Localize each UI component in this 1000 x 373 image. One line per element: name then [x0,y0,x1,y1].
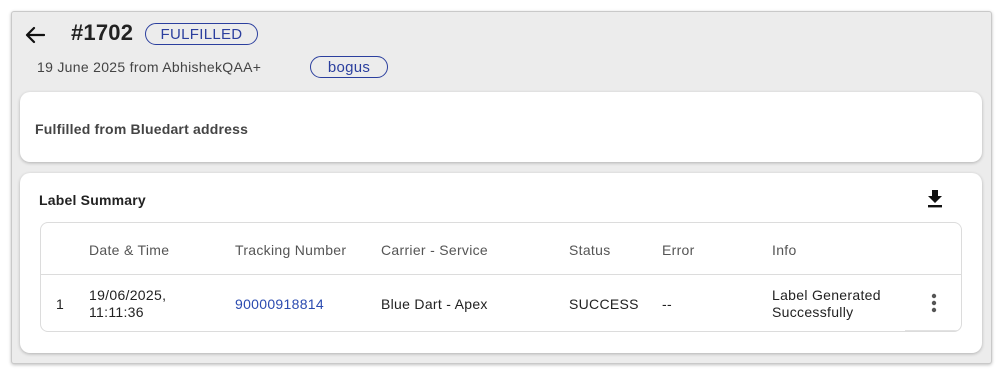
row-menu-button[interactable] [905,275,961,331]
column-header-carrier-service[interactable]: Carrier - Service [381,242,488,258]
download-button[interactable] [924,188,946,210]
column-header-date-time[interactable]: Date & Time [89,242,169,258]
tag-chip[interactable]: bogus [310,56,388,78]
fulfillment-card: Fulfilled from Bluedart address [20,92,982,162]
label-summary-title: Label Summary [39,192,146,208]
table-header-divider [41,274,961,275]
more-vertical-icon [931,293,937,313]
row-info: Label Generated Successfully [772,287,881,321]
row-error: -- [662,296,672,312]
row-date-time: 19/06/2025, 11:11:36 [89,287,166,321]
fulfillment-text: Fulfilled from Bluedart address [35,121,249,137]
back-button[interactable] [22,22,48,48]
row-carrier-service: Blue Dart - Apex [381,296,488,312]
label-summary-card: Label Summary Date & Time Tracking Numbe… [20,173,982,353]
row-index: 1 [56,296,65,312]
order-number: #1702 [71,20,134,45]
column-header-info[interactable]: Info [772,242,797,258]
download-icon [928,190,942,208]
label-table: Date & Time Tracking Number Carrier - Se… [40,222,962,332]
row-info-line1: Label Generated [772,287,881,303]
order-subline: 19 June 2025 from AbhishekQAA+ [37,59,262,75]
row-info-line2: Successfully [772,304,854,320]
column-header-tracking-number[interactable]: Tracking Number [235,242,346,258]
row-date: 19/06/2025, [89,287,167,303]
row-time: 11:11:36 [89,304,144,320]
arrow-left-icon [25,26,45,44]
status-badge: FULFILLED [145,23,258,45]
menu-button-underline [905,330,961,331]
row-status: SUCCESS [569,296,639,312]
tracking-number-link[interactable]: 90000918814 [235,296,324,313]
column-header-status[interactable]: Status [569,242,611,258]
column-header-error[interactable]: Error [662,242,695,258]
